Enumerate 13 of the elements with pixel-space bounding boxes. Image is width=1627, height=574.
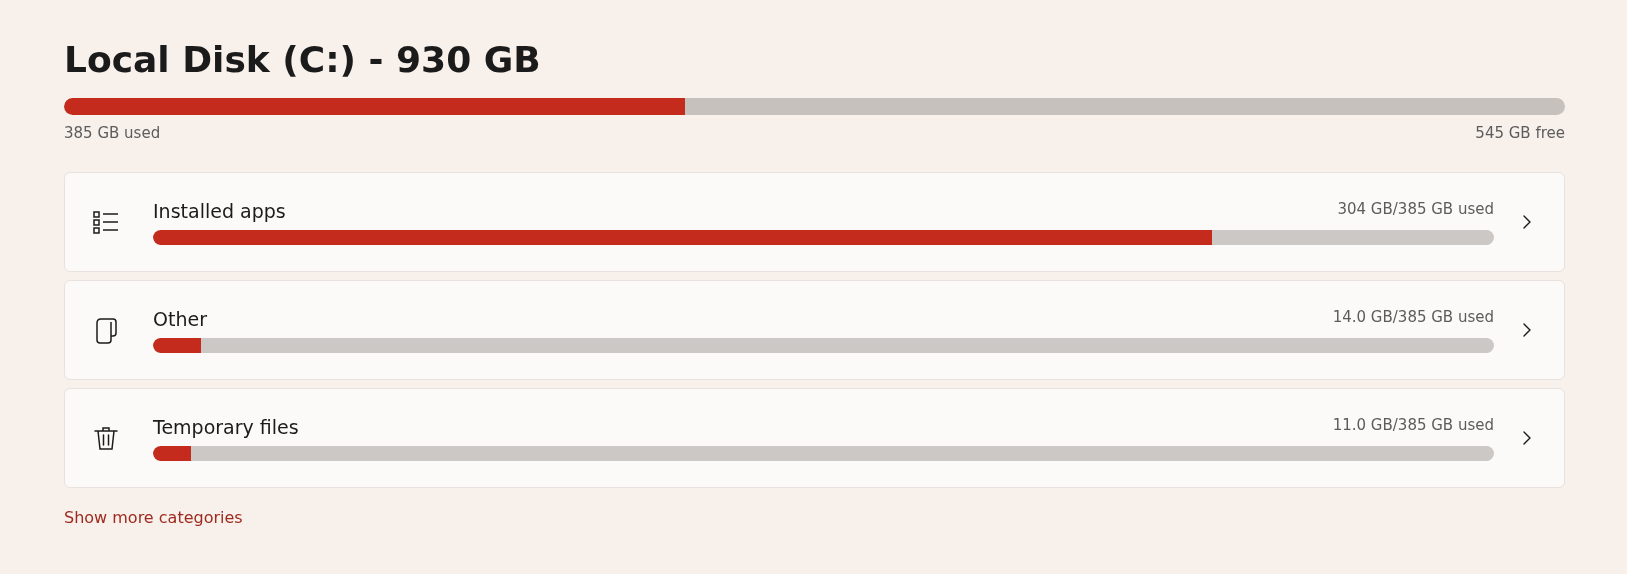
category-label: Installed apps [153, 199, 286, 222]
used-label: 385 GB used [64, 124, 161, 142]
category-label: Temporary files [153, 415, 299, 438]
usage-label: 11.0 GB/385 GB used [1332, 415, 1494, 434]
drive-title: Local Disk (C:) - 930 GB [64, 38, 542, 82]
category-label: Other [153, 307, 207, 330]
show-more-link[interactable]: Show more categories [64, 508, 243, 527]
usage-label: 304 GB/385 GB used [1337, 199, 1494, 218]
free-label: 545 GB free [1475, 124, 1565, 142]
category-card[interactable]: Temporary files 11.0 GB/385 GB used [64, 388, 1565, 488]
usage-label: 14.0 GB/385 GB used [1332, 307, 1494, 326]
category-card[interactable]: Other 14.0 GB/385 GB used [64, 280, 1565, 380]
category-card[interactable]: Installed apps 304 GB/385 GB used [64, 172, 1565, 272]
